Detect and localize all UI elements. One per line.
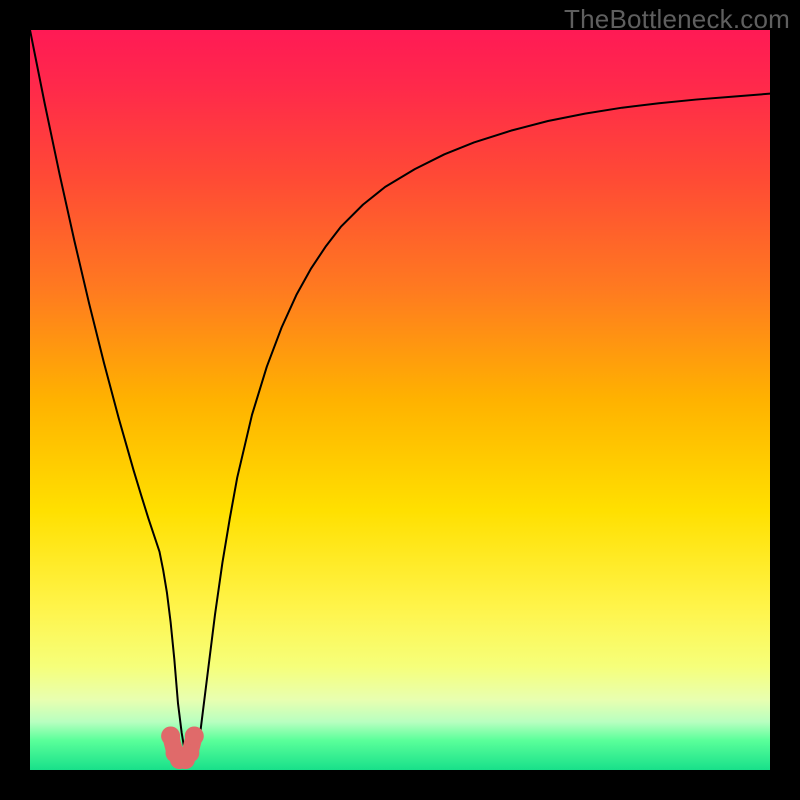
chart-stage: TheBottleneck.com — [0, 0, 800, 800]
bottleneck-marker-dot — [180, 743, 199, 762]
plot-svg — [30, 30, 770, 770]
plot-background — [30, 30, 770, 770]
bottleneck-marker-dot — [161, 726, 180, 745]
plot-area — [30, 30, 770, 770]
watermark-label: TheBottleneck.com — [564, 4, 790, 35]
bottleneck-marker-dot — [185, 726, 204, 745]
